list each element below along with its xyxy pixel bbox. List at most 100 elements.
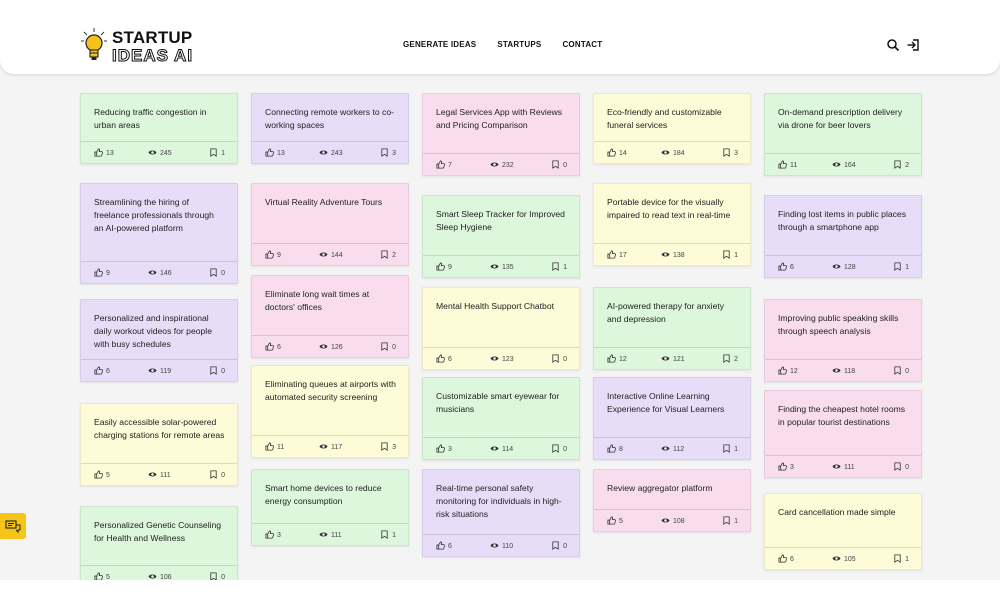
idea-card[interactable]: Easily accessible solar-powered charging… [80, 403, 238, 486]
like-button[interactable]: 3 [778, 462, 794, 473]
idea-card[interactable]: Reducing traffic congestion in urban are… [80, 93, 238, 164]
save-button[interactable]: 1 [551, 262, 567, 273]
idea-title: Connecting remote workers to co-working … [265, 107, 394, 130]
idea-card[interactable]: Eliminating queues at airports with auto… [251, 365, 409, 458]
save-button[interactable]: 0 [551, 444, 567, 455]
like-button[interactable]: 6 [436, 354, 452, 365]
idea-card[interactable]: Smart Sleep Tracker for Improved Sleep H… [422, 195, 580, 278]
like-button[interactable]: 13 [265, 148, 285, 159]
bookmark-icon [209, 148, 218, 159]
bookmark-icon [722, 250, 731, 261]
views-stat: 111 [148, 470, 171, 481]
save-button[interactable]: 3 [380, 148, 396, 159]
save-count: 2 [734, 356, 738, 363]
idea-card[interactable]: Finding the cheapest hotel rooms in popu… [764, 390, 922, 478]
like-button[interactable]: 11 [265, 442, 284, 453]
save-button[interactable]: 0 [551, 160, 567, 171]
idea-card[interactable]: AI-powered therapy for anxiety and depre… [593, 287, 751, 370]
eye-icon [832, 160, 841, 171]
nav-startups[interactable]: STARTUPS [497, 40, 541, 49]
like-button[interactable]: 3 [436, 444, 452, 455]
idea-title: Streamlining the hiring of freelance pro… [94, 197, 214, 233]
save-button[interactable]: 0 [380, 342, 396, 353]
save-button[interactable]: 0 [893, 462, 909, 473]
nav-contact[interactable]: CONTACT [562, 40, 602, 49]
save-count: 0 [905, 464, 909, 471]
idea-card[interactable]: Customizable smart eyewear for musicians… [422, 377, 580, 460]
save-button[interactable]: 0 [893, 366, 909, 377]
idea-card[interactable]: Virtual Reality Adventure Tours 9 144 2 [251, 183, 409, 266]
idea-card[interactable]: Review aggregator platform 5 108 1 [593, 469, 751, 532]
save-button[interactable]: 1 [893, 262, 909, 273]
like-button[interactable]: 9 [94, 268, 110, 279]
save-count: 1 [392, 532, 396, 539]
like-button[interactable]: 11 [778, 160, 797, 171]
save-button[interactable]: 1 [722, 516, 738, 527]
save-button[interactable]: 0 [209, 366, 225, 377]
save-button[interactable]: 3 [380, 442, 396, 453]
idea-card[interactable]: Legal Services App with Reviews and Pric… [422, 93, 580, 176]
like-button[interactable]: 5 [94, 470, 110, 481]
like-count: 6 [790, 264, 794, 271]
idea-card[interactable]: Streamlining the hiring of freelance pro… [80, 183, 238, 284]
like-button[interactable]: 14 [607, 148, 627, 159]
save-button[interactable]: 0 [551, 541, 567, 552]
like-button[interactable]: 12 [607, 354, 627, 365]
like-button[interactable]: 9 [436, 262, 452, 273]
idea-card[interactable]: Mental Health Support Chatbot 6 123 0 [422, 287, 580, 370]
idea-card[interactable]: Portable device for the visually impaire… [593, 183, 751, 266]
save-button[interactable]: 0 [551, 354, 567, 365]
thumbs-up-icon [607, 250, 616, 261]
idea-card[interactable]: Real-time personal safety monitoring for… [422, 469, 580, 557]
like-button[interactable]: 12 [778, 366, 798, 377]
like-button[interactable]: 6 [778, 554, 794, 565]
idea-card[interactable]: Card cancellation made simple 6 105 1 [764, 493, 922, 570]
feedback-button[interactable] [0, 513, 26, 539]
like-button[interactable]: 6 [778, 262, 794, 273]
idea-title: Portable device for the visually impaire… [607, 197, 731, 220]
view-count: 111 [844, 464, 855, 471]
save-button[interactable]: 2 [380, 250, 396, 261]
thumbs-up-icon [778, 262, 787, 273]
idea-card[interactable]: Connecting remote workers to co-working … [251, 93, 409, 164]
idea-card[interactable]: Finding lost items in public places thro… [764, 195, 922, 278]
save-button[interactable]: 1 [209, 148, 225, 159]
save-button[interactable]: 1 [722, 444, 738, 455]
save-button[interactable]: 1 [722, 250, 738, 261]
like-button[interactable]: 6 [94, 366, 110, 377]
like-button[interactable]: 13 [94, 148, 114, 159]
like-button[interactable]: 7 [436, 160, 452, 171]
idea-card[interactable]: Improving public speaking skills through… [764, 299, 922, 382]
like-button[interactable]: 6 [265, 342, 281, 353]
like-button[interactable]: 8 [607, 444, 623, 455]
thumbs-up-icon [265, 250, 274, 261]
view-count: 126 [331, 344, 343, 351]
bookmark-icon [893, 262, 902, 273]
save-button[interactable]: 0 [209, 470, 225, 481]
login-icon[interactable] [906, 38, 920, 52]
save-count: 0 [563, 356, 567, 363]
like-button[interactable]: 17 [607, 250, 627, 261]
save-button[interactable]: 0 [209, 268, 225, 279]
idea-card[interactable]: Personalized and inspirational daily wor… [80, 299, 238, 382]
save-button[interactable]: 3 [722, 148, 738, 159]
save-button[interactable]: 2 [722, 354, 738, 365]
idea-card[interactable]: Eliminate long wait times at doctors' of… [251, 275, 409, 358]
brand-logo[interactable]: STARTUP IDEAS AI [80, 26, 193, 66]
like-button[interactable]: 6 [436, 541, 452, 552]
save-button[interactable]: 1 [380, 530, 396, 541]
like-button[interactable]: 5 [607, 516, 623, 527]
nav-generate-ideas[interactable]: GENERATE IDEAS [403, 40, 476, 49]
like-button[interactable]: 9 [265, 250, 281, 261]
save-button[interactable]: 1 [893, 554, 909, 565]
views-stat: 138 [661, 250, 685, 261]
idea-card[interactable]: Personalized Genetic Counseling for Heal… [80, 506, 238, 588]
idea-card[interactable]: Smart home devices to reduce energy cons… [251, 469, 409, 546]
idea-card[interactable]: Eco-friendly and customizable funeral se… [593, 93, 751, 164]
save-button[interactable]: 2 [893, 160, 909, 171]
bottom-bar [0, 580, 1000, 600]
like-button[interactable]: 3 [265, 530, 281, 541]
idea-card[interactable]: Interactive Online Learning Experience f… [593, 377, 751, 460]
idea-card[interactable]: On-demand prescription delivery via dron… [764, 93, 922, 176]
search-icon[interactable] [886, 38, 900, 52]
